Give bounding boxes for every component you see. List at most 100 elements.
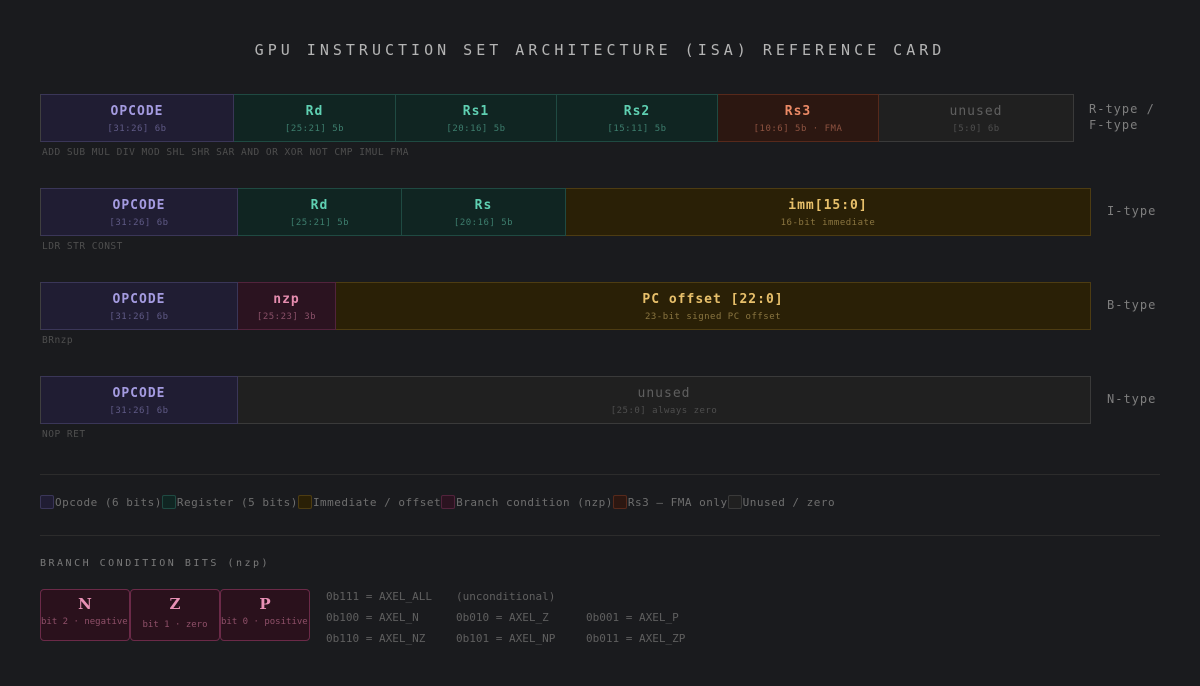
code-entry: (unconditional) [456,590,556,603]
legend-item-register: Register (5 bits) [161,495,298,509]
nzp-letter: P [259,595,271,613]
r-type-label: R-type / F-type [1089,101,1155,133]
i-type-label: I-type [1107,204,1157,218]
r-type-ops: ADD SUB MUL DIV MOD SHL SHR SAR AND OR X… [42,147,409,158]
r-rs2-field: Rs2 [15:11] 5b [557,94,718,142]
field-name: Rs [474,198,493,213]
i-rs-field: Rs [20:16] 5b [402,188,566,236]
condition-code-table: 0b111 = AXEL_ALL (unconditional) 0b100 =… [326,586,685,649]
field-bits: [31:26] 6b [107,124,167,134]
i-opcode-field: OPCODE [31:26] 6b [40,188,238,236]
legend-item-rs3: Rs3 — FMA only [612,495,728,509]
field-name: imm[15:0] [788,198,868,213]
opcode-swatch [40,495,54,509]
legend: Opcode (6 bits) Register (5 bits) Immedi… [40,495,835,509]
r-type-format-row: OPCODE [31:26] 6b Rd [25:21] 5b Rs1 [20:… [40,94,1074,142]
n-type-ops: NOP RET [42,429,86,440]
field-bits: 23-bit signed PC offset [644,312,782,322]
r-type-label-line2: F-type [1089,118,1139,132]
legend-item-unused: Unused / zero [727,495,836,509]
b-pc-offset-field: PC offset [22:0] 23-bit signed PC offset [336,282,1091,330]
nzp-desc: bit 0 · positive [221,617,308,627]
b-type-ops: BRnzp [42,335,74,346]
nzp-bit-n: N bit 2 · negative [40,589,130,641]
field-bits: [25:23] 3b [256,312,317,322]
legend-label: Register (5 bits) [176,495,298,509]
field-name: Rs3 [784,104,812,119]
legend-label: Immediate / offset [312,495,442,509]
i-type-format-row: OPCODE [31:26] 6b Rd [25:21] 5b Rs [20:1… [40,188,1091,236]
nzp-letter: Z [169,595,181,613]
code-line: 0b110 = AXEL_NZ 0b101 = AXEL_NP 0b011 = … [326,628,685,649]
code-line: 0b100 = AXEL_N 0b010 = AXEL_Z 0b001 = AX… [326,607,685,628]
r-unused-field: unused [5:0] 6b [879,94,1074,142]
immediate-swatch [297,495,312,509]
code-entry: 0b101 = AXEL_NP [456,632,556,645]
field-name: nzp [273,292,300,307]
branch-swatch [441,495,456,509]
code-entry: 0b100 = AXEL_N [326,611,419,624]
legend-label: Branch condition (nzp) [456,495,613,509]
code-line: 0b111 = AXEL_ALL (unconditional) [326,586,685,607]
i-type-ops: LDR STR CONST [42,241,123,252]
legend-label: Opcode (6 bits) [55,495,162,509]
field-name: Rd [305,104,324,119]
r-type-label-line1: R-type / [1089,102,1155,116]
divider [40,474,1160,475]
code-entry: 0b010 = AXEL_Z [456,611,549,624]
field-bits: [15:11] 5b [607,124,667,134]
code-entry: 0b001 = AXEL_P [586,611,679,624]
i-imm-field: imm[15:0] 16-bit immediate [566,188,1091,236]
r-rd-field: Rd [25:21] 5b [234,94,396,142]
nzp-letter: N [78,595,92,613]
b-type-format-row: OPCODE [31:26] 6b nzp [25:23] 3b PC offs… [40,282,1091,330]
nzp-desc: bit 1 · zero [142,620,208,630]
field-name: PC offset [22:0] [642,292,784,307]
field-name: Rd [310,198,329,213]
field-name: OPCODE [112,292,166,307]
field-bits: 16-bit immediate [780,218,876,228]
field-name: unused [949,104,1003,119]
field-bits: [5:0] 6b [952,124,1000,134]
nzp-bit-z: Z bit 1 · zero [130,589,220,641]
r-rs3-field: Rs3 [10:6] 5b · FMA [718,94,879,142]
b-type-label: B-type [1107,298,1157,312]
b-nzp-field: nzp [25:23] 3b [238,282,336,330]
legend-label: Unused / zero [742,495,836,509]
n-opcode-field: OPCODE [31:26] 6b [40,376,238,424]
code-entry: 0b011 = AXEL_ZP [586,632,686,645]
field-name: OPCODE [112,198,166,213]
i-rd-field: Rd [25:21] 5b [238,188,402,236]
field-name: Rs2 [623,104,651,119]
field-bits: [31:26] 6b [109,312,169,322]
legend-item-immediate: Immediate / offset [297,495,442,509]
field-name: OPCODE [112,386,166,401]
field-bits: [25:21] 5b [284,124,345,134]
field-bits: [20:16] 5b [453,218,514,228]
field-bits: [31:26] 6b [109,406,169,416]
divider [40,535,1160,536]
code-entry: 0b110 = AXEL_NZ [326,632,426,645]
field-name: Rs1 [462,104,490,119]
register-swatch [161,495,176,509]
n-type-format-row: OPCODE [31:26] 6b unused [25:0] always z… [40,376,1091,424]
field-bits: [25:21] 5b [289,218,350,228]
nzp-desc: bit 2 · negative [41,617,128,627]
field-bits: [10:6] 5b · FMA [753,124,843,134]
r-opcode-field: OPCODE [31:26] 6b [40,94,234,142]
field-bits: [20:16] 5b [446,124,506,134]
field-bits: [25:0] always zero [610,406,718,416]
n-unused-field: unused [25:0] always zero [238,376,1091,424]
code-entry: 0b111 = AXEL_ALL [326,590,432,603]
field-bits: [31:26] 6b [109,218,169,228]
legend-item-opcode: Opcode (6 bits) [40,495,162,509]
legend-label: Rs3 — FMA only [627,495,728,509]
b-opcode-field: OPCODE [31:26] 6b [40,282,238,330]
branch-section-title: BRANCH CONDITION BITS (nzp) [40,558,271,569]
legend-item-branch: Branch condition (nzp) [441,495,613,509]
n-type-label: N-type [1107,392,1157,406]
nzp-bit-p: P bit 0 · positive [220,589,310,641]
field-name: OPCODE [110,104,164,119]
r-rs1-field: Rs1 [20:16] 5b [396,94,557,142]
unused-swatch [727,495,742,509]
